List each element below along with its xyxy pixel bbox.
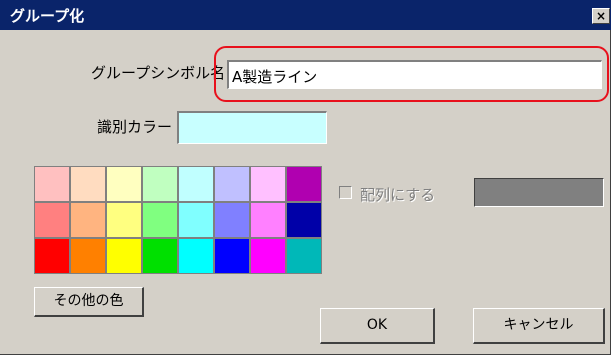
color-swatch[interactable] xyxy=(214,238,250,274)
identify-color-label: 識別カラー xyxy=(97,118,173,136)
color-swatch[interactable] xyxy=(214,202,250,238)
other-color-button[interactable]: その他の色 xyxy=(34,287,144,317)
close-button[interactable]: × xyxy=(592,8,610,24)
color-swatch[interactable] xyxy=(34,202,70,238)
color-swatch[interactable] xyxy=(142,166,178,202)
color-swatch[interactable] xyxy=(106,202,142,238)
title-bar[interactable]: グループ化 × xyxy=(0,0,611,30)
color-swatch[interactable] xyxy=(214,166,250,202)
array-count-field[interactable] xyxy=(474,178,604,207)
color-swatch[interactable] xyxy=(286,166,322,202)
color-swatch[interactable] xyxy=(286,238,322,274)
color-swatch[interactable] xyxy=(142,202,178,238)
cancel-button[interactable]: キャンセル xyxy=(473,308,605,344)
color-palette xyxy=(34,166,322,274)
color-swatch[interactable] xyxy=(142,238,178,274)
array-checkbox-label: 配列にする xyxy=(360,186,436,204)
identify-color-preview[interactable] xyxy=(177,111,327,144)
dialog-title: グループ化 xyxy=(10,7,85,25)
close-icon: × xyxy=(595,9,607,23)
color-swatch[interactable] xyxy=(250,166,286,202)
color-swatch[interactable] xyxy=(34,238,70,274)
color-swatch[interactable] xyxy=(250,202,286,238)
color-swatch[interactable] xyxy=(70,238,106,274)
array-checkbox[interactable] xyxy=(339,186,352,199)
color-swatch[interactable] xyxy=(250,238,286,274)
color-swatch[interactable] xyxy=(286,202,322,238)
color-swatch[interactable] xyxy=(178,202,214,238)
color-swatch[interactable] xyxy=(106,166,142,202)
group-dialog: グループ化 × グループシンボル名 A製造ライン 識別カラー 配列にする その他… xyxy=(0,0,611,355)
color-swatch[interactable] xyxy=(34,166,70,202)
color-swatch[interactable] xyxy=(106,238,142,274)
color-swatch[interactable] xyxy=(178,166,214,202)
color-swatch[interactable] xyxy=(178,238,214,274)
highlight-annotation xyxy=(214,46,609,102)
color-swatch[interactable] xyxy=(70,166,106,202)
color-swatch[interactable] xyxy=(70,202,106,238)
group-name-label: グループシンボル名 xyxy=(91,64,226,82)
ok-button[interactable]: OK xyxy=(320,308,435,344)
